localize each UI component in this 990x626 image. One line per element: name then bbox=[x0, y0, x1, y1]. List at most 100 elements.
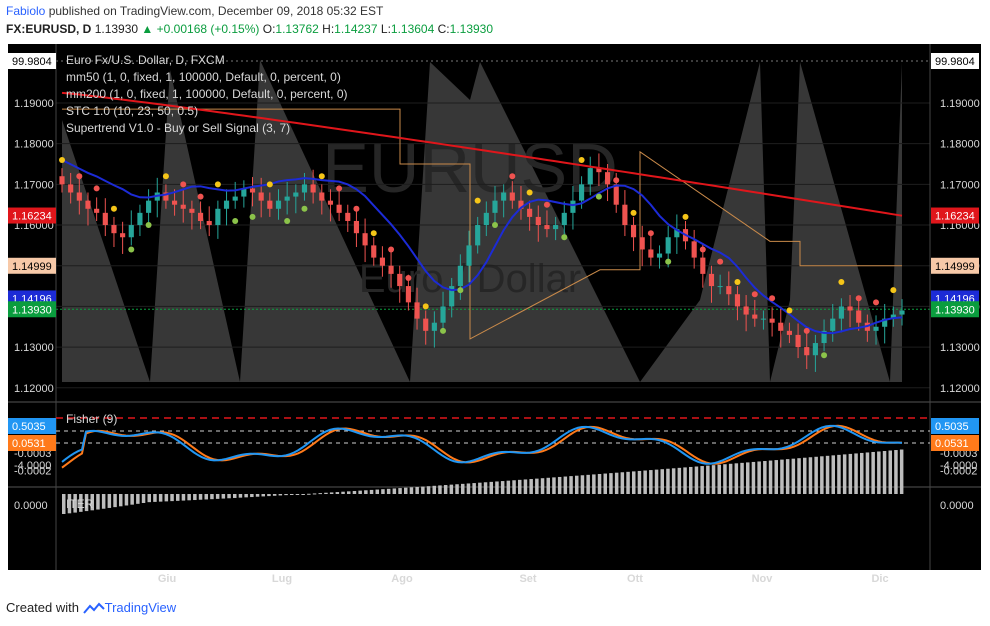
legend-stc[interactable]: STC 1.0 (10, 23, 50, 0.5) bbox=[66, 104, 198, 118]
iter-bar bbox=[295, 494, 300, 495]
iter-bar bbox=[421, 486, 425, 494]
iter-tick: 0.0000 bbox=[940, 500, 974, 512]
signal-dot bbox=[249, 213, 256, 220]
iter-bar bbox=[153, 494, 157, 502]
last-price-tag: 1.13930 bbox=[12, 304, 52, 316]
candle-body bbox=[838, 306, 844, 319]
candle-body bbox=[397, 273, 403, 287]
iter-tick: -0.0002 bbox=[940, 465, 977, 477]
y-tick-label: 1.12000 bbox=[14, 383, 54, 395]
candle-body bbox=[691, 241, 697, 258]
iter-bar bbox=[518, 479, 522, 494]
candle-body bbox=[786, 330, 792, 335]
legend-fisher[interactable]: Fisher (9) bbox=[66, 412, 117, 426]
candle-body bbox=[267, 200, 273, 209]
iter-bar bbox=[483, 482, 488, 494]
iter-bar bbox=[609, 473, 613, 494]
iter-bar bbox=[386, 488, 391, 494]
candle-body bbox=[501, 192, 507, 201]
signal-dot bbox=[197, 193, 204, 200]
legend-supertrend[interactable]: Supertrend V1.0 - Buy or Sell Signal (3,… bbox=[66, 121, 290, 135]
candle-body bbox=[319, 192, 325, 201]
iter-bar bbox=[894, 450, 898, 494]
fisher-trigger-tag: 0.0531 bbox=[935, 438, 969, 450]
iter-bar bbox=[620, 472, 625, 494]
candle-body bbox=[353, 220, 360, 234]
supertrend-tag: 1.14999 bbox=[935, 261, 975, 273]
legend-mm50[interactable]: mm50 (1, 0, fixed, 1, 100000, Default, 0… bbox=[66, 70, 341, 84]
iter-bar bbox=[244, 494, 248, 498]
iter-bar bbox=[272, 494, 277, 496]
candle-body bbox=[509, 192, 515, 201]
iter-bar bbox=[785, 459, 790, 494]
iter-bar bbox=[854, 453, 858, 494]
signal-dot bbox=[509, 173, 516, 180]
candle-body bbox=[717, 286, 723, 288]
iter-bar bbox=[746, 462, 750, 494]
candle-body bbox=[656, 253, 663, 258]
candle-body bbox=[830, 318, 836, 331]
iter-bar bbox=[694, 466, 699, 494]
signal-dot bbox=[491, 222, 498, 229]
iter-bar bbox=[210, 494, 214, 500]
candle-body bbox=[743, 306, 749, 315]
iter-bar bbox=[238, 494, 243, 498]
signal-dot bbox=[110, 205, 117, 212]
iter-bar bbox=[312, 493, 317, 495]
x-tick-label: Giu bbox=[158, 573, 176, 585]
iter-bar bbox=[580, 475, 585, 494]
candle-body bbox=[146, 200, 152, 213]
supertrend-tag: 1.14999 bbox=[12, 261, 52, 273]
y-tick-label: 1.12000 bbox=[940, 383, 980, 395]
signal-dot bbox=[214, 181, 221, 188]
candle-body bbox=[301, 184, 308, 193]
legend-mm200[interactable]: mm200 (1, 0, fixed, 1, 100000, Default, … bbox=[66, 87, 348, 101]
candle-body bbox=[362, 233, 368, 246]
signal-dot bbox=[59, 156, 65, 163]
signal-dot bbox=[180, 181, 187, 188]
iter-bar bbox=[768, 460, 773, 494]
candle-body bbox=[553, 225, 559, 230]
iter-bar bbox=[426, 486, 431, 494]
iter-bar bbox=[523, 479, 528, 494]
iter-bar bbox=[529, 479, 533, 494]
candle-body bbox=[622, 204, 628, 226]
time-axis[interactable]: Giu Lug Ago Set Ott Nov Dic bbox=[158, 573, 889, 585]
signal-dot bbox=[266, 181, 273, 188]
candle-body bbox=[128, 225, 134, 238]
candle-body bbox=[120, 233, 126, 238]
iter-bar bbox=[632, 471, 636, 494]
x-tick-label: Ago bbox=[391, 573, 413, 585]
signal-dot bbox=[734, 279, 741, 286]
signal-dot bbox=[422, 303, 429, 310]
candle-body bbox=[223, 200, 230, 209]
iter-bar bbox=[375, 489, 379, 494]
legend-iter[interactable]: ITER bbox=[66, 497, 94, 511]
signal-dot bbox=[301, 205, 308, 212]
candle-body bbox=[726, 286, 732, 295]
candle-body bbox=[345, 212, 351, 221]
iter-bar bbox=[689, 466, 693, 494]
iter-bar bbox=[575, 475, 579, 494]
candle-body bbox=[457, 265, 463, 287]
iter-bar bbox=[124, 494, 129, 506]
iter-bar bbox=[512, 480, 516, 494]
y-tick-label: 1.18000 bbox=[14, 139, 54, 151]
iter-bar bbox=[820, 456, 824, 494]
signal-dot bbox=[474, 197, 481, 204]
iter-bar bbox=[557, 476, 562, 494]
iter-bar bbox=[500, 481, 505, 494]
iter-bar bbox=[592, 474, 596, 494]
tradingview-link[interactable]: TradingView bbox=[105, 600, 177, 615]
iter-bar bbox=[700, 466, 704, 494]
iter-bar bbox=[706, 465, 710, 494]
signal-dot bbox=[786, 307, 793, 314]
iter-bar bbox=[347, 491, 351, 494]
chart-svg[interactable]: EURUSD Euro / Dollar 1.190001.180001.170… bbox=[0, 0, 990, 626]
candle-body bbox=[665, 237, 671, 254]
iter-bar bbox=[181, 494, 186, 501]
created-with: Created with bbox=[6, 600, 79, 615]
candle-body bbox=[371, 245, 377, 258]
iter-bar bbox=[164, 494, 169, 502]
signal-dot bbox=[162, 173, 169, 180]
